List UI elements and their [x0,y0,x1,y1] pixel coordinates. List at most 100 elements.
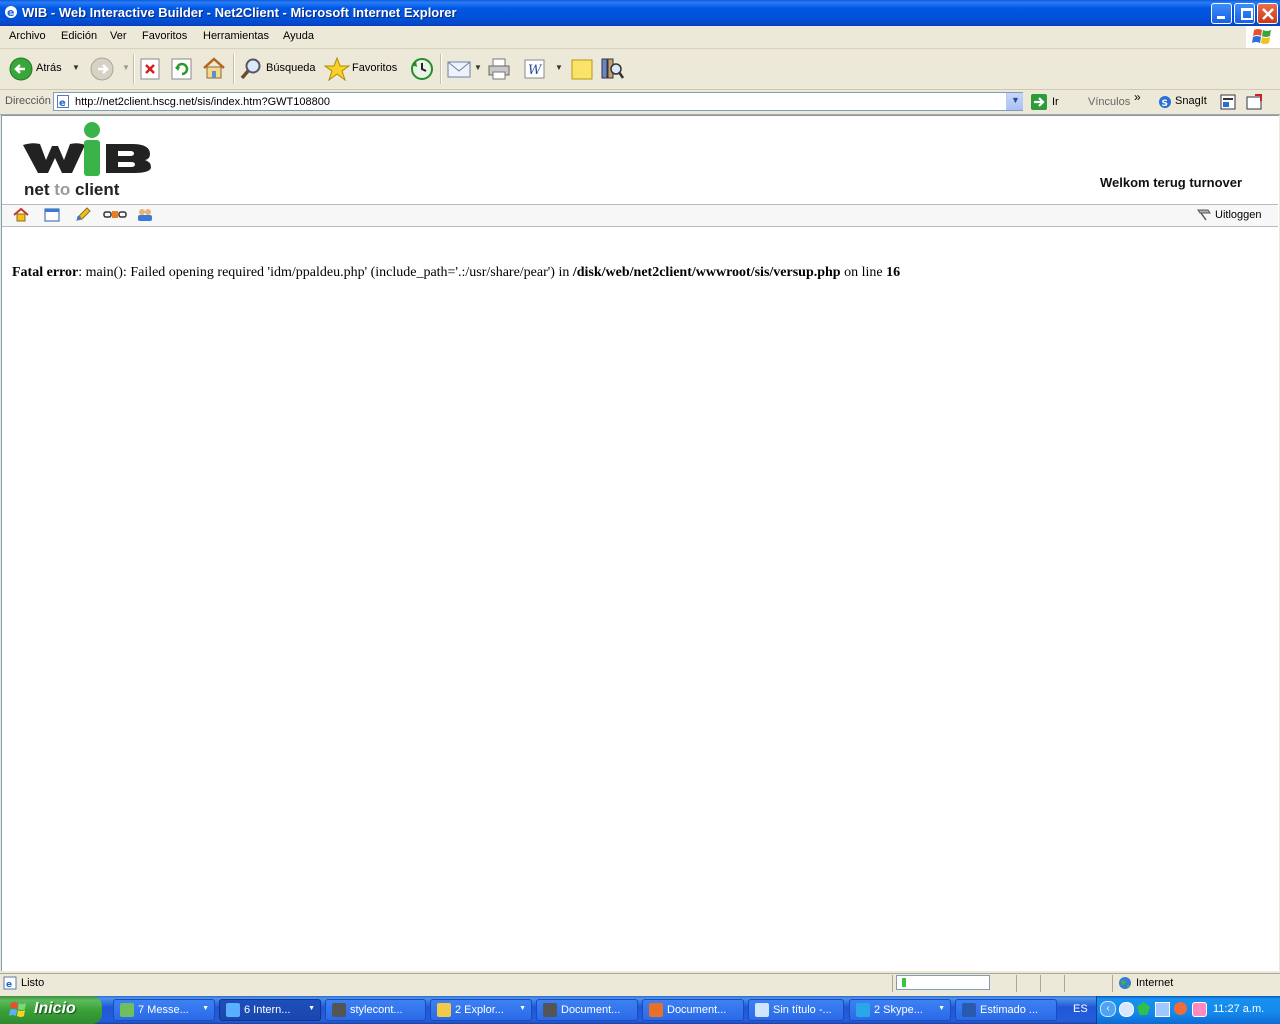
edit-icon[interactable] [75,207,91,222]
favorites-label: Favoritos [352,62,398,74]
back-label: Atrás [36,62,62,74]
home-button[interactable] [202,56,226,80]
ie-icon [226,1003,240,1017]
word-icon [962,1003,976,1017]
back-button[interactable]: Atrás ▼ [6,54,86,84]
start-label: Inicio [34,1000,76,1017]
taskbar-button-label: stylecont... [350,1004,403,1016]
links-label[interactable]: Vínculos [1088,96,1130,108]
taskbar-button-label: 2 Skype... [874,1004,923,1016]
chevron-down-icon: ▼ [1011,95,1020,105]
menu-ver[interactable]: Ver [110,30,127,42]
clock[interactable]: 11:27 a.m. [1213,1003,1264,1015]
link-icon[interactable] [103,207,127,222]
refresh-button[interactable] [171,58,193,80]
group-dropdown-icon[interactable]: ▼ [202,1005,209,1012]
snagit-window-icon[interactable] [1246,94,1262,110]
edit-button[interactable]: W [524,58,546,80]
app-icon [543,1003,557,1017]
language-indicator[interactable]: ES [1073,1003,1088,1015]
users-icon[interactable] [137,207,153,222]
tray-messenger-icon[interactable] [1119,1002,1134,1017]
forward-dropdown-icon[interactable]: ▼ [122,63,130,72]
windows-logo [1246,26,1280,48]
menu-ayuda[interactable]: Ayuda [283,30,314,42]
history-button[interactable] [409,56,435,82]
menu-archivo[interactable]: Archivo [9,30,46,42]
globe-icon [1119,977,1131,989]
go-arrow-icon [1034,97,1045,107]
status-text: Listo [21,977,45,989]
status-divider [1112,975,1113,992]
taskbar-button-label: 7 Messe... [138,1004,189,1016]
page-status-icon: e [3,976,17,990]
firefox-icon [649,1003,663,1017]
forward-button[interactable] [90,57,114,81]
logout-link[interactable]: Uitloggen [1215,209,1261,221]
taskbar-button[interactable]: 2 Skype... ▼ [849,999,951,1021]
page-icon: e [57,95,69,108]
folder-icon[interactable] [44,207,60,222]
go-button[interactable] [1031,94,1047,110]
tray-expand-icon[interactable]: ‹ [1100,1001,1116,1017]
taskbar-button[interactable]: Sin título -... [748,999,844,1021]
taskbar-button[interactable]: Document... [536,999,638,1021]
discuss-button[interactable] [570,58,594,80]
menu-favoritos[interactable]: Favoritos [142,30,187,42]
address-url[interactable]: http://net2client.hscg.net/sis/index.htm… [75,96,330,108]
taskbar-button[interactable]: Estimado ... [955,999,1057,1021]
links-chevron-icon[interactable]: » [1134,90,1141,104]
taskbar-button-label: 2 Explor... [455,1004,504,1016]
windows-flag-icon [9,1002,26,1017]
home-icon[interactable] [13,207,29,222]
menu-herramientas[interactable]: Herramientas [203,30,269,42]
status-divider [1016,975,1017,992]
group-dropdown-icon[interactable]: ▼ [519,1005,526,1012]
logo-to: to [54,180,71,199]
group-dropdown-icon[interactable]: ▼ [308,1005,315,1012]
taskbar-button[interactable]: Document... [642,999,744,1021]
taskbar-button[interactable]: 6 Intern... ▼ [219,999,321,1021]
folder-icon [437,1003,451,1017]
svg-text:S: S [1162,99,1168,109]
edit-dropdown-icon[interactable]: ▼ [555,63,563,72]
svg-text:e: e [6,980,12,990]
status-divider [892,975,893,992]
taskbar-button[interactable]: 2 Explor... ▼ [430,999,532,1021]
app-icon [332,1003,346,1017]
tray-app-icon[interactable] [1174,1002,1187,1015]
snagit-label[interactable]: SnagIt [1175,95,1207,107]
ie-icon[interactable]: e [4,5,18,19]
tray-network-icon[interactable] [1155,1002,1170,1017]
address-dropdown-button[interactable]: ▼ [1006,93,1023,110]
stop-button[interactable] [140,58,160,80]
go-label[interactable]: Ir [1052,96,1059,108]
security-zone: Internet [1136,977,1174,989]
error-label: Fatal error [12,265,79,280]
search-button[interactable]: Búsqueda [238,54,318,84]
wib-logo [23,122,151,176]
page-viewport [1,115,1279,971]
back-dropdown-icon[interactable]: ▼ [72,63,80,72]
snagit-icon[interactable]: S [1158,95,1172,109]
menu-edicion[interactable]: Edición [61,30,97,42]
taskbar-button-label: Document... [667,1004,727,1016]
snagit-capture-icon[interactable] [1220,94,1236,110]
taskbar-button[interactable]: 7 Messe... ▼ [113,999,215,1021]
group-dropdown-icon[interactable]: ▼ [938,1005,945,1012]
window-title: WIB - Web Interactive Builder - Net2Clie… [22,5,457,20]
mail-button[interactable] [447,58,473,80]
progress-bar [896,975,990,990]
minimize-button[interactable] [1211,3,1232,24]
close-button[interactable] [1257,3,1278,24]
research-button[interactable] [600,57,624,81]
logout-icon[interactable] [1197,207,1211,221]
tray-volume-icon[interactable] [1192,1002,1207,1017]
taskbar-button[interactable]: stylecont... [325,999,426,1021]
mail-dropdown-icon[interactable]: ▼ [474,63,482,72]
svg-text:W: W [528,63,543,78]
notepad-icon [755,1003,769,1017]
maximize-button[interactable] [1234,3,1255,24]
print-button[interactable] [487,57,511,81]
favorites-button[interactable]: Favoritos [322,54,402,84]
